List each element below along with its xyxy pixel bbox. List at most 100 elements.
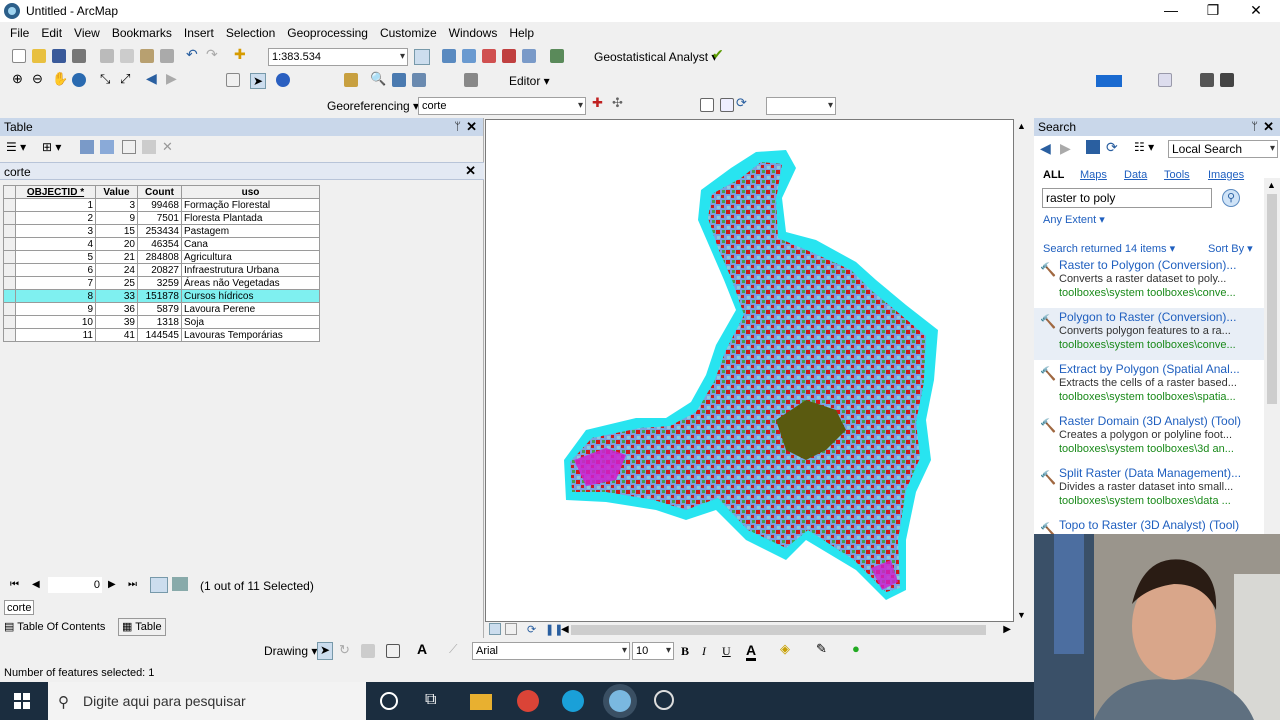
font-select[interactable]: Arial	[472, 642, 630, 660]
scroll-down-icon[interactable]: ▼	[1017, 610, 1026, 620]
pin-icon[interactable]: ᛘ	[454, 118, 461, 136]
windows-start-icon[interactable]	[14, 693, 30, 709]
text-icon[interactable]: A	[417, 641, 433, 657]
objectid-cell[interactable]: 8	[15, 289, 96, 303]
uso-cell[interactable]: Soja	[181, 315, 320, 329]
count-cell[interactable]: 144545	[137, 328, 182, 342]
table-row[interactable]: 4 20 46354 Cana	[3, 237, 320, 251]
row-selector[interactable]	[3, 237, 16, 251]
count-cell[interactable]: 46354	[137, 237, 182, 251]
menu-insert[interactable]: Insert	[178, 26, 220, 40]
uso-cell[interactable]: Agricultura	[181, 250, 320, 264]
result-title[interactable]: Topo to Raster (3D Analyst) (Tool)	[1059, 518, 1275, 532]
last-record-icon[interactable]: ⏭	[128, 579, 137, 590]
zoom-whole-page-icon[interactable]	[361, 644, 375, 658]
objectid-cell[interactable]: 2	[15, 211, 96, 225]
uso-cell[interactable]: Cana	[181, 237, 320, 251]
home-icon[interactable]	[1086, 140, 1100, 154]
cut-icon[interactable]	[100, 49, 114, 63]
table-options-icon[interactable]: ☰ ▾	[6, 140, 26, 154]
table-row[interactable]: 3 15 253434 Pastagem	[3, 224, 320, 238]
table-row[interactable]: 6 24 20827 Infraestrutura Urbana	[3, 263, 320, 277]
close-layer-tab-icon[interactable]: ✕	[465, 163, 476, 179]
underline-button[interactable]: U	[722, 644, 731, 659]
arctoolbox-icon[interactable]	[502, 49, 516, 63]
value-cell[interactable]: 24	[95, 263, 138, 277]
forward-icon[interactable]: ▶	[1060, 140, 1071, 157]
next-record-icon[interactable]: ▶	[108, 579, 116, 590]
column-header[interactable]: OBJECTID *	[15, 185, 96, 199]
select-elements-icon[interactable]: ➤	[250, 73, 266, 89]
view-link-table-icon[interactable]	[700, 98, 714, 112]
editor-toolbar-icon[interactable]	[414, 49, 430, 65]
value-cell[interactable]: 39	[95, 315, 138, 329]
delete-icon[interactable]	[160, 49, 174, 63]
uso-cell[interactable]: Floresta Plantada	[181, 211, 320, 225]
edge-icon[interactable]	[562, 690, 584, 712]
close-button[interactable]: ✕	[1236, 0, 1276, 22]
table-of-contents-icon[interactable]	[442, 49, 456, 63]
objectid-cell[interactable]: 11	[15, 328, 96, 342]
arcmap-taskbar-icon[interactable]	[609, 690, 631, 712]
add-data-icon[interactable]: ✚	[234, 46, 250, 62]
row-selector[interactable]	[3, 302, 16, 316]
restore-button[interactable]: ❐	[1193, 0, 1233, 22]
row-selector[interactable]	[3, 263, 16, 277]
search-go-icon[interactable]: ⚲	[1222, 189, 1240, 207]
scale-combo[interactable]: 1:383.534	[268, 48, 408, 66]
clear-selection-icon[interactable]	[226, 73, 240, 87]
objectid-cell[interactable]: 6	[15, 263, 96, 277]
copy-icon[interactable]	[120, 49, 134, 63]
value-cell[interactable]: 3	[95, 198, 138, 212]
identify-icon[interactable]	[276, 73, 290, 87]
scroll-up-icon[interactable]: ▲	[1017, 121, 1026, 131]
map-view[interactable]	[485, 119, 1014, 622]
search-window-icon[interactable]	[482, 49, 496, 63]
result-title[interactable]: Raster to Polygon (Conversion)...	[1059, 258, 1275, 272]
georeferencing-menu[interactable]: Georeferencing ▾	[327, 99, 419, 113]
fixed-zoom-in-icon[interactable]: ⤡	[100, 71, 116, 87]
search-result[interactable]: 🔨 Raster to Polygon (Conversion)... Conver…	[1034, 256, 1280, 308]
menu-bookmarks[interactable]: Bookmarks	[106, 26, 178, 40]
row-selector[interactable]	[3, 328, 16, 342]
paste-icon[interactable]	[140, 49, 154, 63]
table-tab-corte[interactable]: corte	[4, 600, 35, 615]
tab-data[interactable]: Data	[1124, 169, 1147, 181]
georef-value-input[interactable]	[766, 97, 836, 115]
table-row[interactable]: 7 25 3259 Áreas não Vegetadas	[3, 276, 320, 290]
clear-selection-table-icon[interactable]	[122, 140, 136, 154]
forward-extent-icon[interactable]: ▶	[166, 70, 182, 86]
back-extent-icon[interactable]: ◀	[146, 70, 162, 86]
value-cell[interactable]: 33	[95, 289, 138, 303]
new-document-icon[interactable]	[12, 49, 26, 63]
value-cell[interactable]: 20	[95, 237, 138, 251]
checkmark-icon[interactable]: ✔	[712, 46, 728, 62]
first-record-icon[interactable]: ⏮	[10, 579, 19, 590]
find-icon[interactable]: 🔍	[370, 71, 386, 87]
color-swatch[interactable]	[1096, 75, 1122, 87]
modelbuilder-icon[interactable]	[550, 49, 564, 63]
result-title[interactable]: Split Raster (Data Management)...	[1059, 466, 1275, 480]
tab-maps[interactable]: Maps	[1080, 169, 1107, 181]
menu-edit[interactable]: Edit	[35, 26, 68, 40]
count-cell[interactable]: 7501	[137, 211, 182, 225]
count-cell[interactable]: 284808	[137, 250, 182, 264]
italic-button[interactable]: I	[702, 644, 706, 659]
print-preview-icon[interactable]	[1200, 73, 1214, 87]
search-options-icon[interactable]: ☷ ▾	[1134, 140, 1154, 154]
search-scrollbar[interactable]: ▲	[1264, 178, 1280, 534]
row-selector[interactable]	[3, 211, 16, 225]
search-result[interactable]: 🔨 Polygon to Raster (Conversion)... Conver…	[1034, 308, 1280, 360]
search-scroll-thumb[interactable]	[1267, 194, 1277, 404]
record-input[interactable]: 0	[48, 577, 102, 593]
font-color-button[interactable]: A	[746, 642, 757, 661]
search-results-count[interactable]: Search returned 14 items ▾	[1043, 242, 1175, 255]
catalog-icon[interactable]	[462, 49, 476, 63]
count-cell[interactable]: 253434	[137, 224, 182, 238]
fill-color-icon[interactable]: ◈	[780, 641, 796, 657]
sort-by[interactable]: Sort By ▾	[1208, 242, 1253, 255]
refresh-view-icon[interactable]: ⟳	[527, 623, 536, 636]
pin-icon[interactable]: ᛘ	[1251, 118, 1258, 136]
geostatistical-analyst-menu[interactable]: Geostatistical Analyst ▾	[594, 50, 717, 64]
close-search-button[interactable]: ✕	[1263, 118, 1274, 136]
